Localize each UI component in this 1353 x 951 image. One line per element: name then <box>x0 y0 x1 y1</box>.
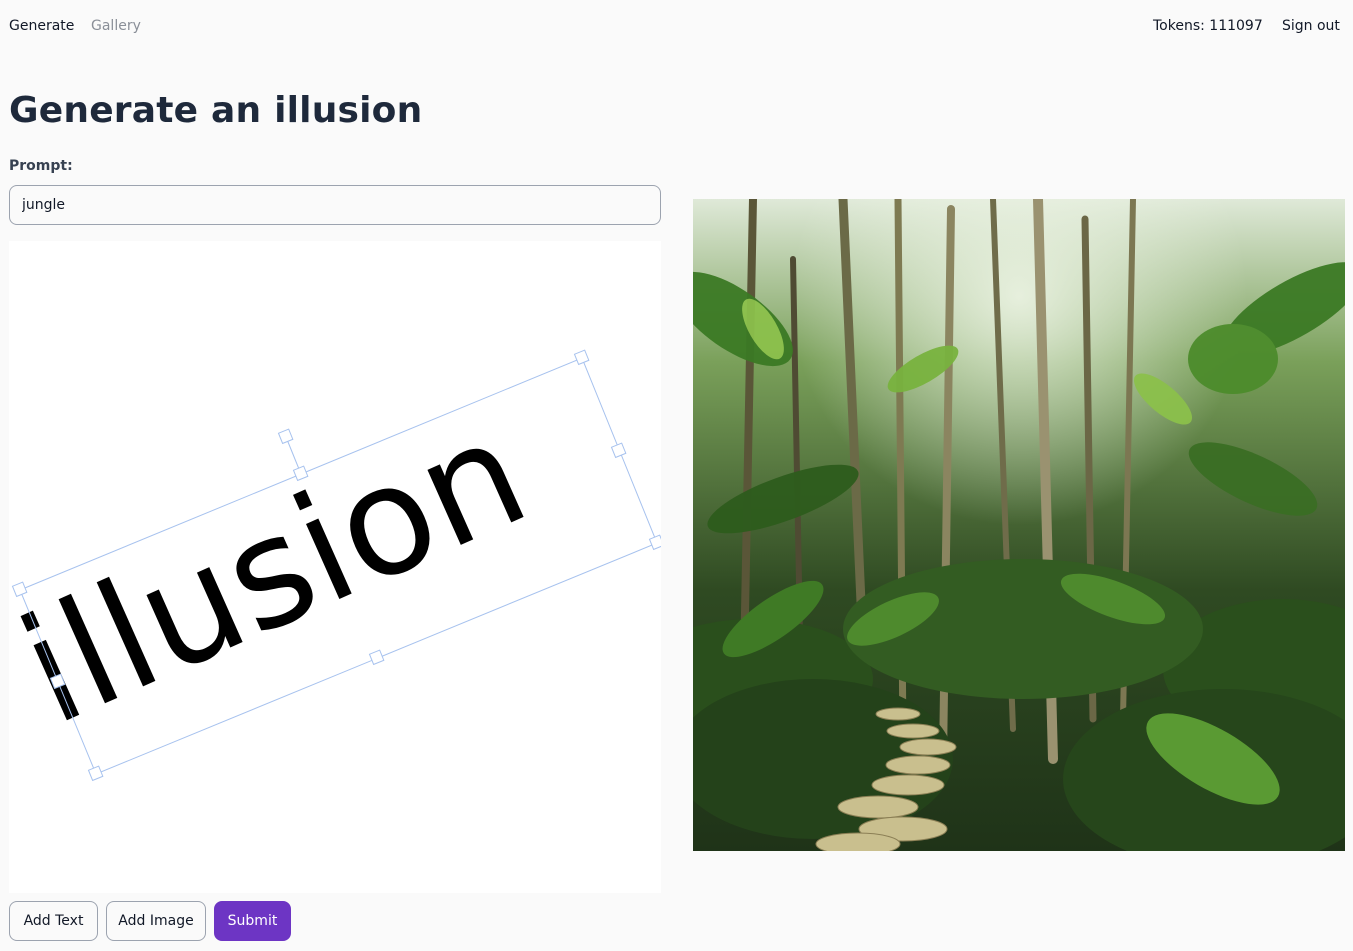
add-image-button[interactable]: Add Image <box>106 901 206 941</box>
resize-handle-bottom[interactable] <box>368 649 385 666</box>
generated-image <box>693 199 1345 851</box>
prompt-input[interactable] <box>9 185 661 225</box>
nav-generate-link[interactable]: Generate <box>9 18 74 34</box>
canvas-svg: illusion <box>9 349 661 782</box>
token-count: Tokens: 111097 <box>1153 18 1263 34</box>
sign-out-link[interactable]: Sign out <box>1282 18 1340 34</box>
text-object[interactable]: illusion <box>9 386 550 759</box>
resize-handle-tr[interactable] <box>573 349 590 366</box>
illusion-canvas[interactable]: illusion <box>9 241 661 893</box>
submit-button[interactable]: Submit <box>214 901 291 941</box>
top-nav: Generate Gallery Tokens: 111097 Sign out <box>0 0 1353 54</box>
jungle-image <box>693 199 1345 851</box>
canvas-text: illusion <box>9 386 550 759</box>
resize-handle-right[interactable] <box>610 442 627 459</box>
add-text-button[interactable]: Add Text <box>9 901 98 941</box>
resize-handle-br[interactable] <box>648 534 661 551</box>
prompt-label: Prompt: <box>9 158 73 174</box>
rotate-handle[interactable] <box>277 428 294 445</box>
page-title: Generate an illusion <box>9 90 423 131</box>
resize-handle-bl[interactable] <box>87 765 104 782</box>
nav-gallery-link[interactable]: Gallery <box>91 18 141 34</box>
